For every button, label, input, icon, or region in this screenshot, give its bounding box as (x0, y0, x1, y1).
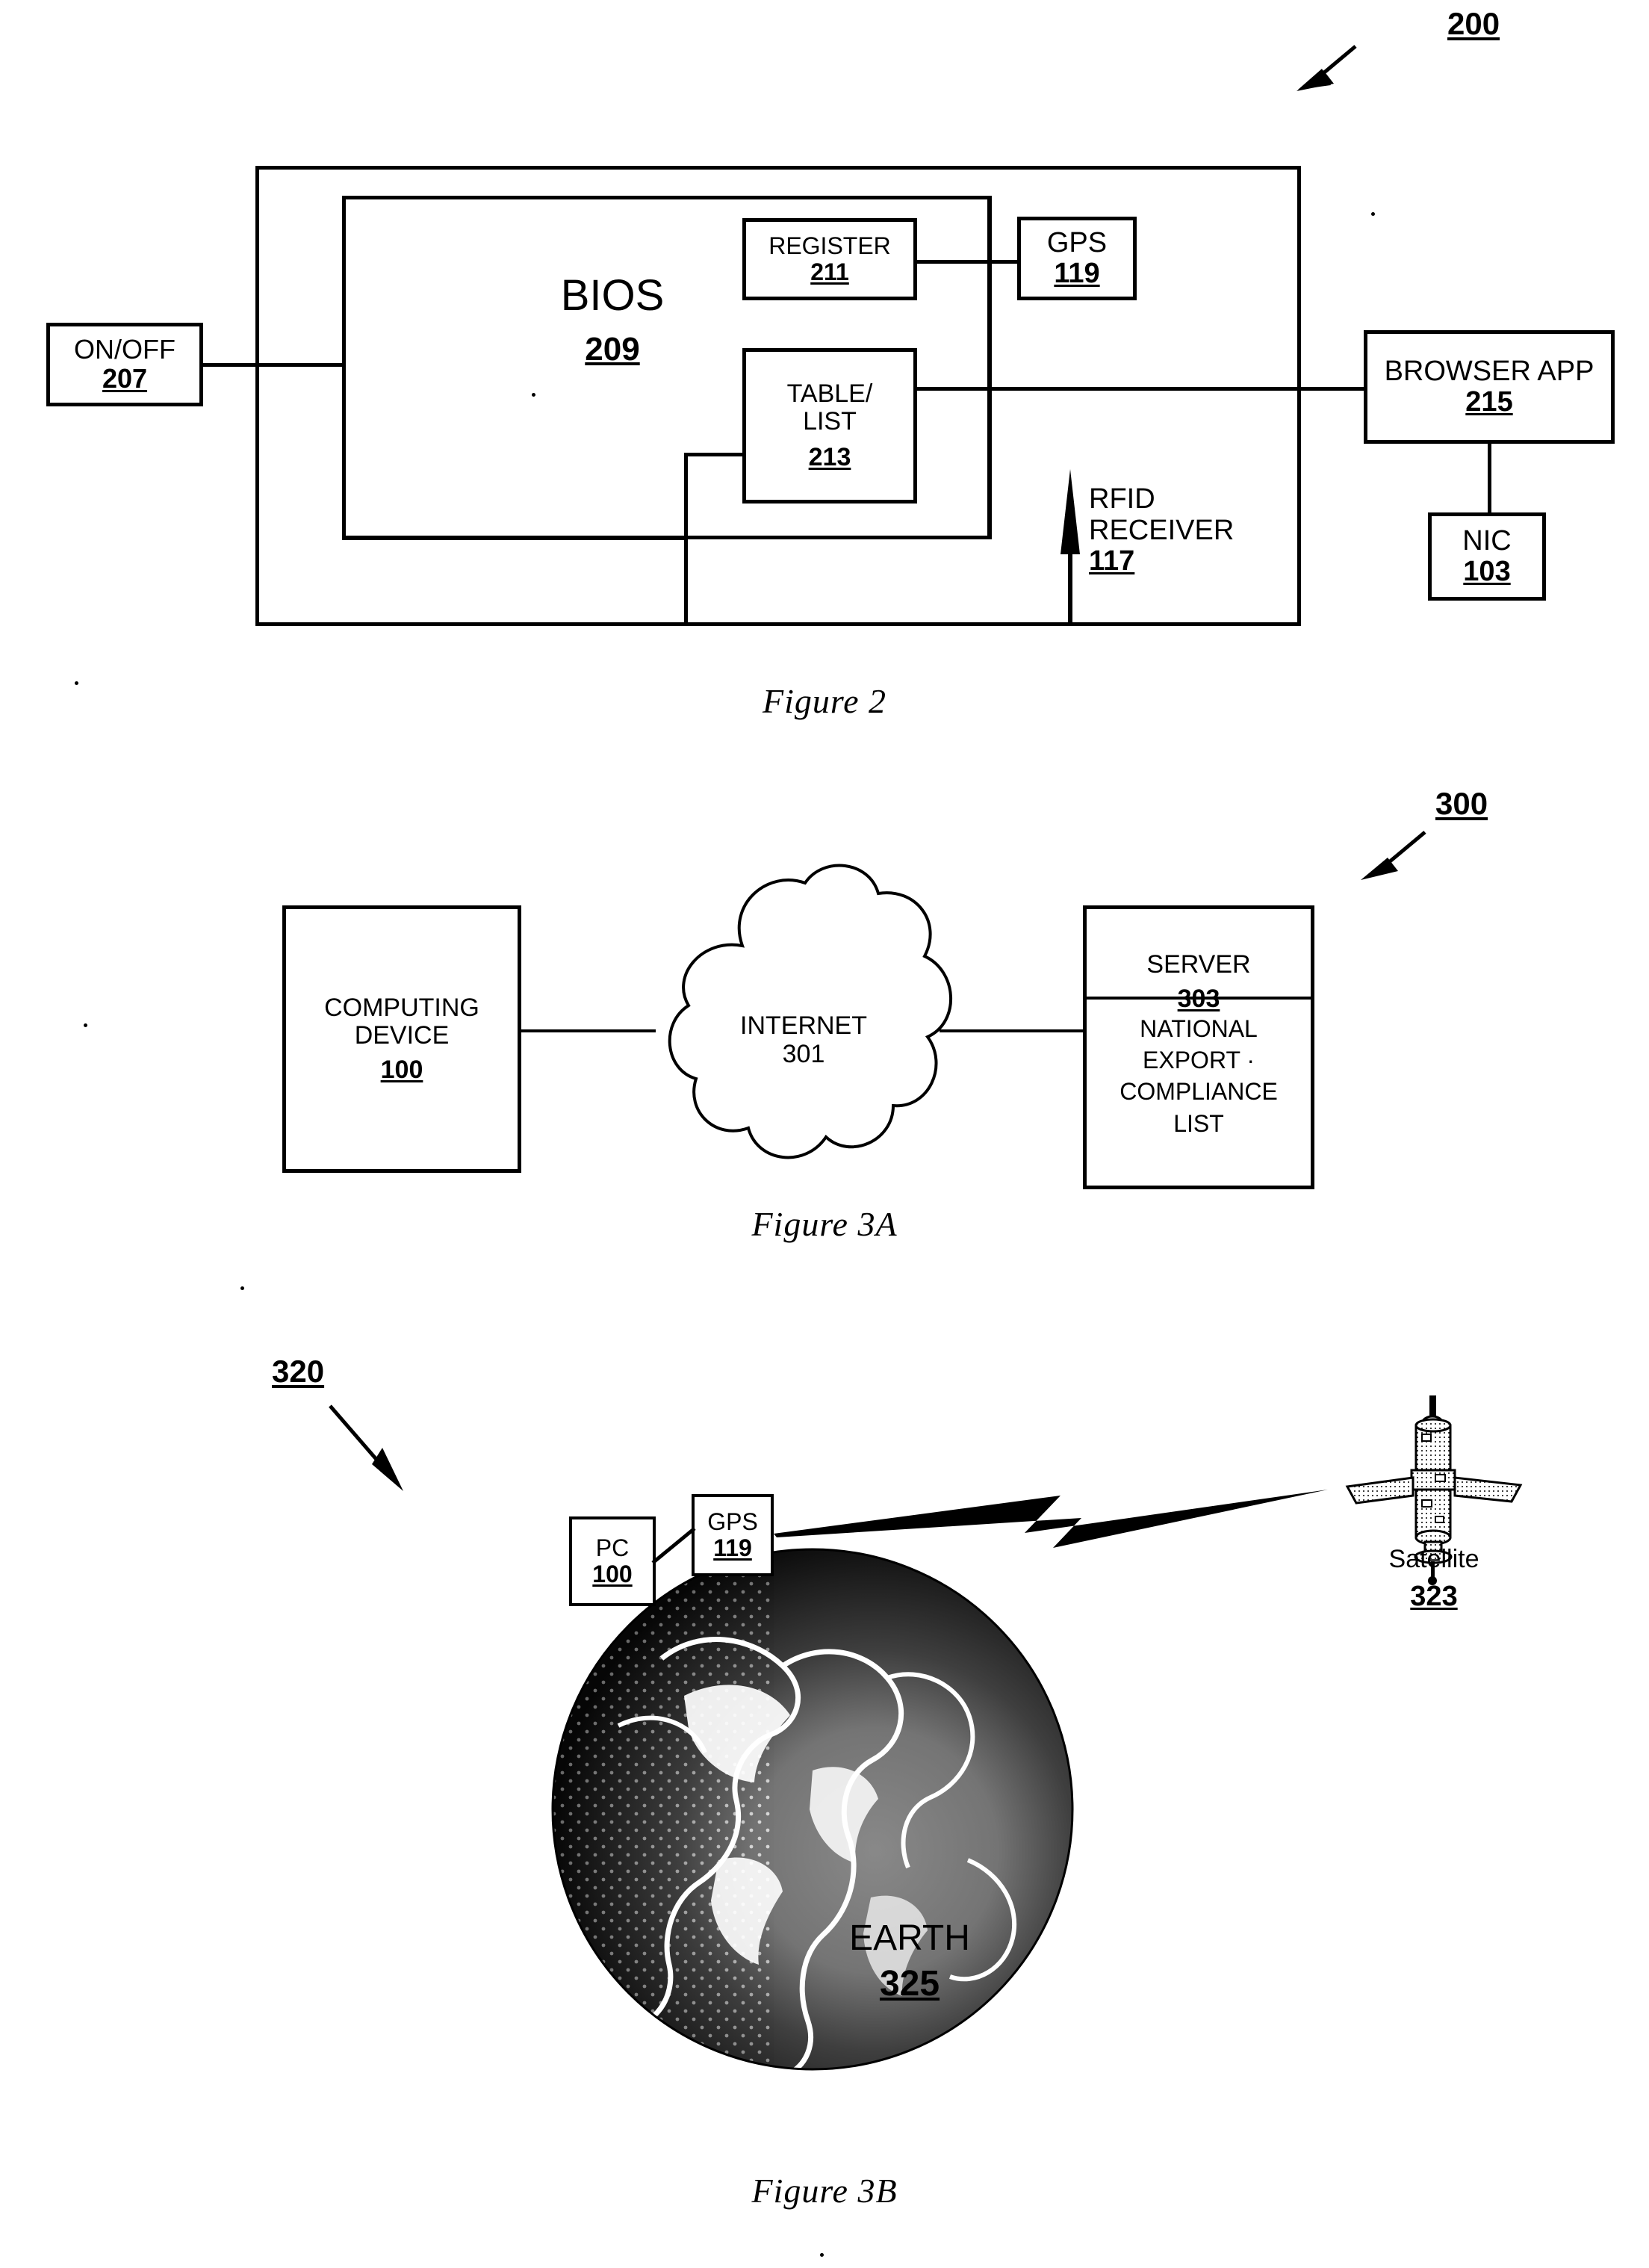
patent-drawing-sheet: 200 BIOS 209 ON/OFF 207 REGISTER 211 GPS… (0, 0, 1649, 2268)
satellite-ref: 323 (1410, 1580, 1458, 1612)
satellite-label-group: Satellite 323 (1337, 1518, 1531, 1640)
figure-3b-caption: Figure 3B (751, 2172, 898, 2210)
satellite-label: Satellite (1388, 1545, 1479, 1574)
rf-signal-lightning-icon (774, 1490, 1328, 1548)
scan-speck (820, 2253, 824, 2257)
